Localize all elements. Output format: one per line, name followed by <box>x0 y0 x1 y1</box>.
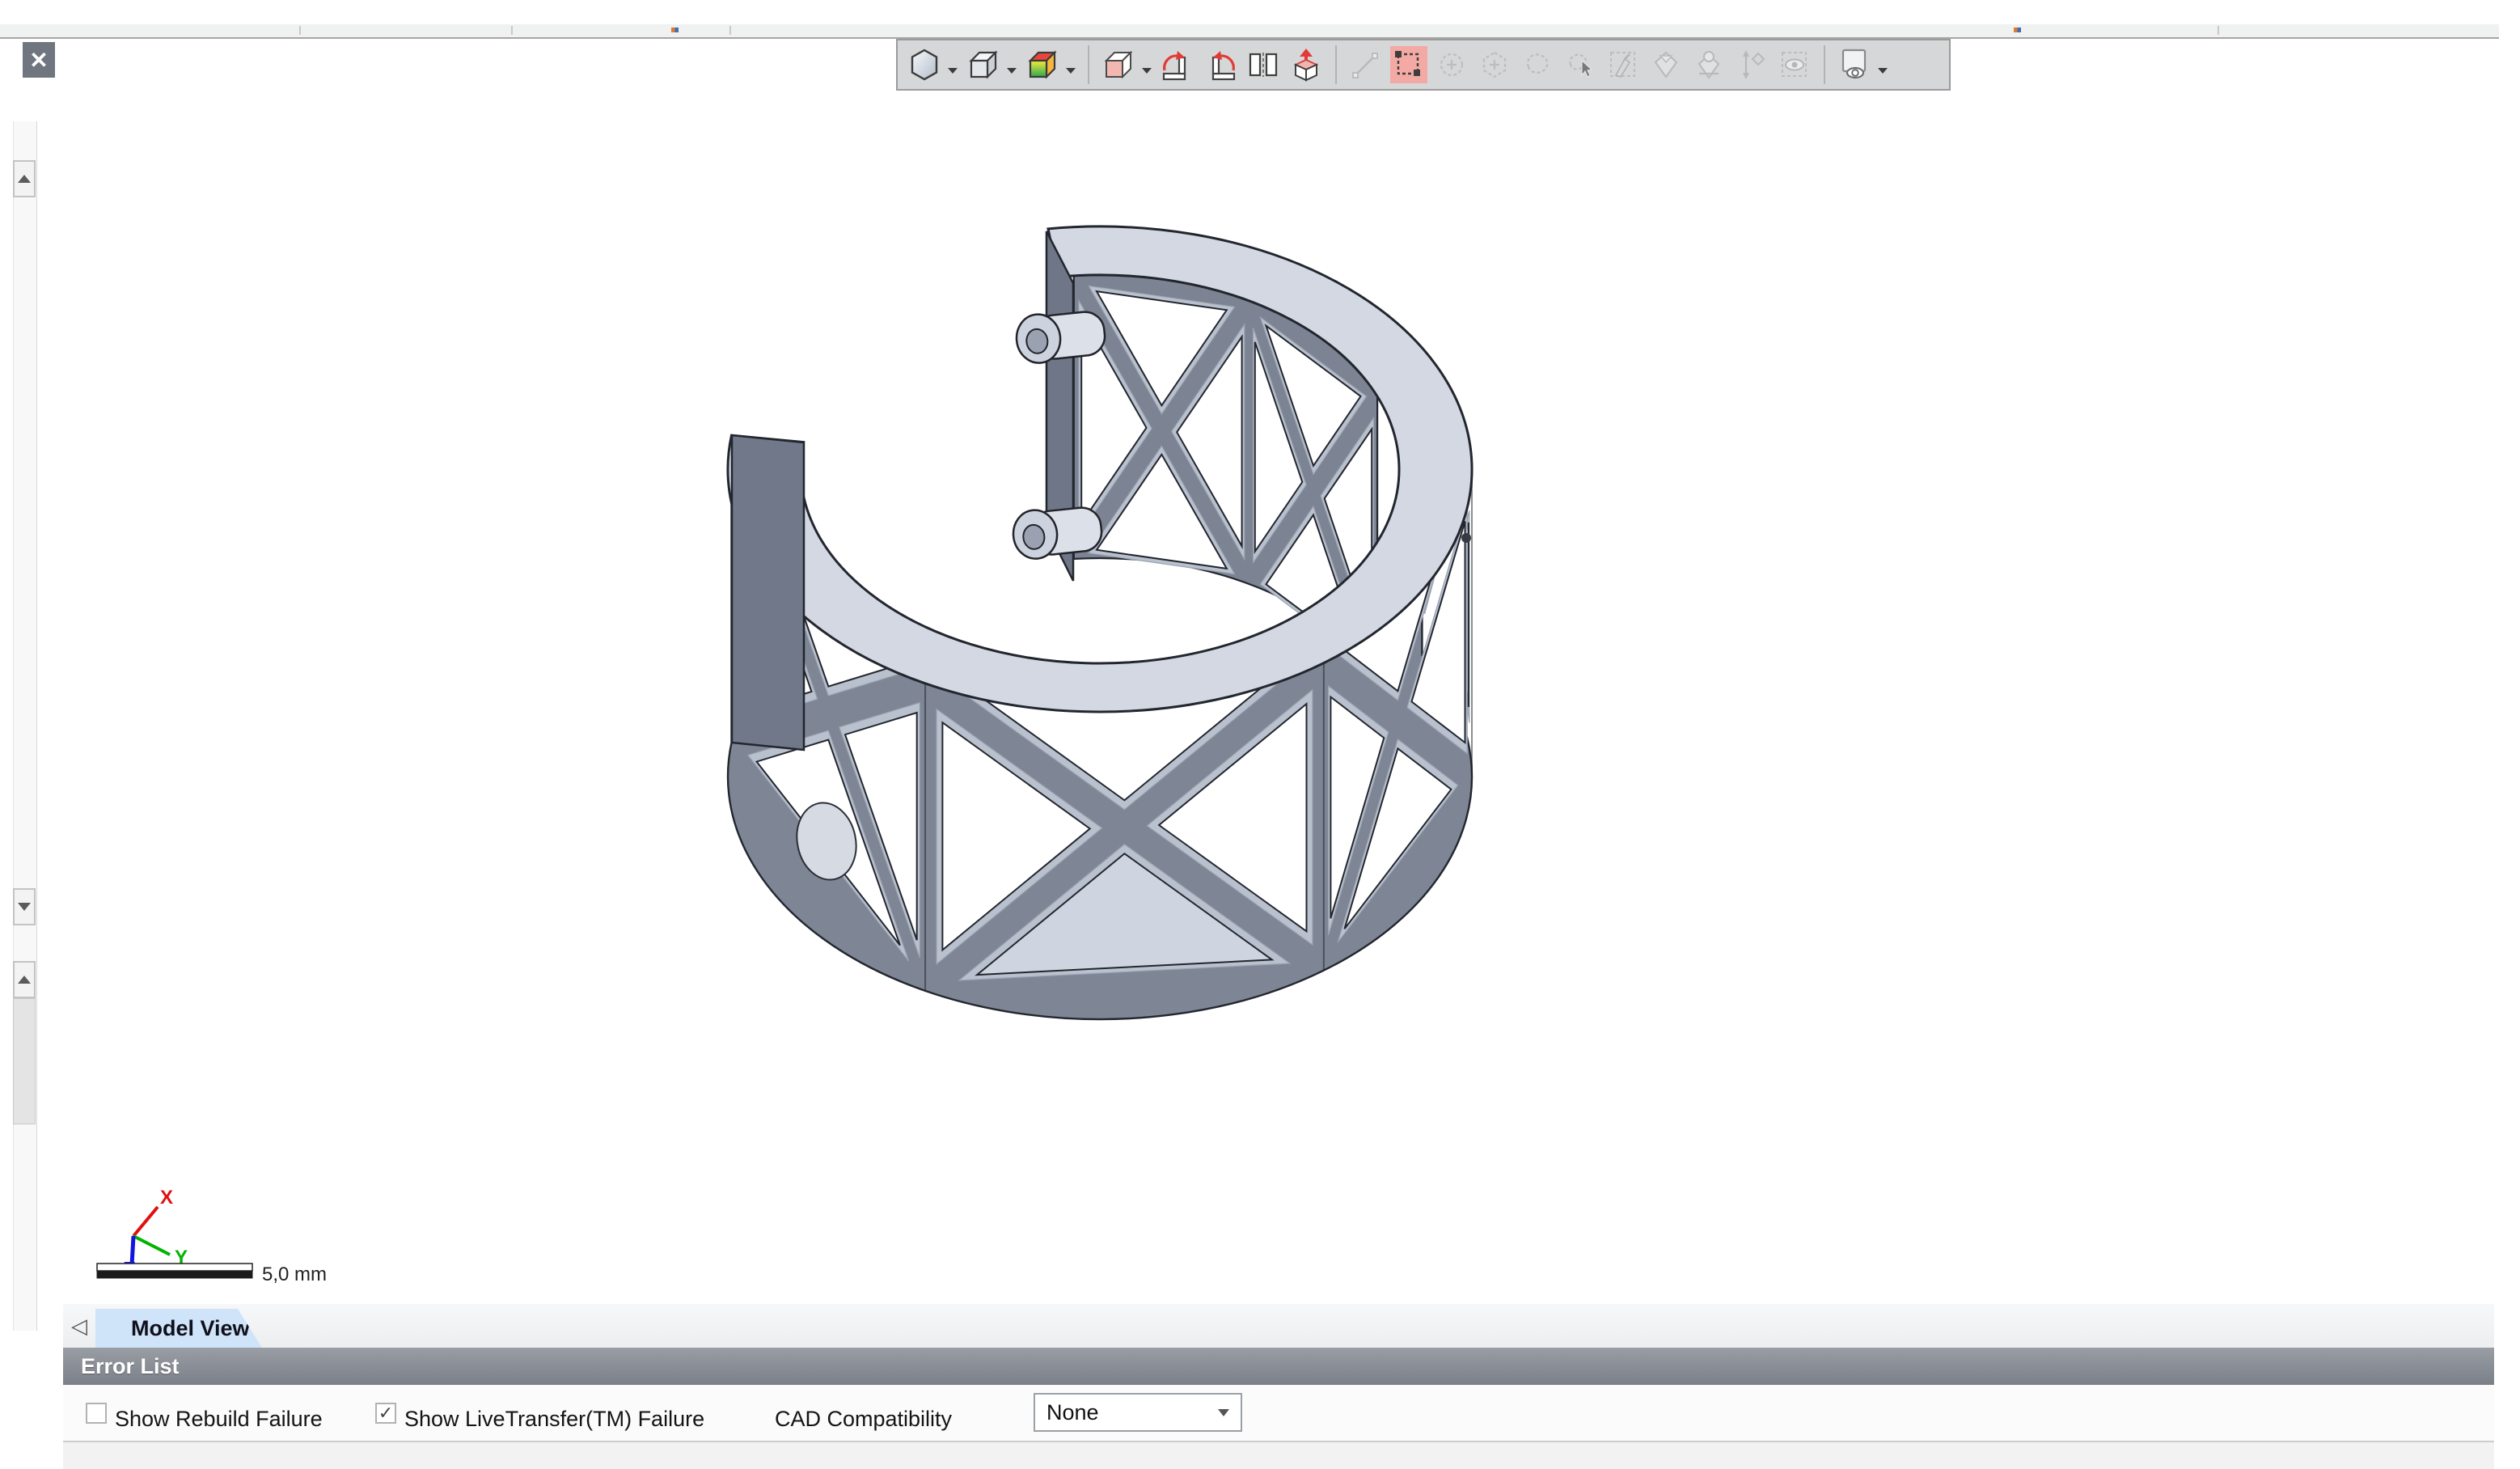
shaded-view-icon[interactable] <box>906 46 943 83</box>
scroll-up-button-2[interactable] <box>13 961 36 998</box>
chevron-down-icon[interactable] <box>1878 68 1888 74</box>
scale-label: 5,0 mm <box>262 1264 327 1285</box>
freeform-select-icon[interactable] <box>1519 46 1556 83</box>
cad-model-lattice-cuff <box>712 202 1545 1221</box>
chevron-down-icon[interactable] <box>948 68 958 74</box>
y-axis-line <box>133 1236 170 1255</box>
flip-normal-icon[interactable] <box>1647 46 1685 83</box>
ribbon-separator <box>511 26 513 35</box>
rotate-view-left-icon[interactable] <box>1159 46 1196 83</box>
view-selection-only-icon[interactable] <box>1776 46 1813 83</box>
section-view-icon[interactable] <box>1100 46 1137 83</box>
expand-selection-icon[interactable] <box>1733 46 1770 83</box>
ribbon-separator <box>299 26 301 35</box>
arrow-up-icon <box>18 175 31 183</box>
cad-compatibility-value: None <box>1046 1400 1218 1425</box>
x-axis-label: X <box>160 1187 173 1209</box>
move-body-up-icon[interactable] <box>1287 46 1325 83</box>
window-bottom-strip <box>63 1442 2494 1469</box>
cad-compatibility-dropdown[interactable]: None <box>1034 1393 1242 1432</box>
ribbon-icon-remnant <box>2014 28 2021 32</box>
rectangle-select-icon[interactable] <box>1390 46 1427 83</box>
show-hide-body-icon[interactable] <box>1836 46 1873 83</box>
chevron-down-icon[interactable] <box>1142 68 1152 74</box>
ribbon-separator <box>729 26 731 35</box>
arrow-up-icon <box>18 976 31 984</box>
ribbon-icon-remnant <box>671 28 679 32</box>
rotate-view-right-icon[interactable] <box>1202 46 1239 83</box>
view-toolbar <box>896 39 1951 91</box>
display-mode-cube-icon[interactable] <box>965 46 1002 83</box>
deviation-color-map-icon[interactable] <box>1024 46 1061 83</box>
x-axis-line <box>133 1207 158 1236</box>
arrow-down-icon <box>18 903 31 911</box>
scroll-up-button[interactable] <box>13 160 36 197</box>
scrollbar-thumb[interactable] <box>13 998 36 1124</box>
application-window: ✕ <box>0 0 2520 1469</box>
show-livetransfer-failure-label: Show LiveTransfer(TM) Failure <box>404 1407 704 1432</box>
scale-bar-top <box>97 1264 252 1271</box>
show-livetransfer-failure-checkbox[interactable] <box>375 1403 396 1424</box>
show-rebuild-failure-label: Show Rebuild Failure <box>115 1407 323 1432</box>
ribbon-separator <box>2218 26 2219 35</box>
model-viewport[interactable] <box>712 202 1545 1221</box>
coordinate-triad: X Y Z 5,0 mm <box>57 1183 380 1304</box>
scroll-down-button[interactable] <box>13 888 36 925</box>
circle-select-icon[interactable] <box>1433 46 1470 83</box>
error-list-filter-row: Show Rebuild Failure Show LiveTransfer(T… <box>63 1385 2494 1442</box>
close-panel-button[interactable]: ✕ <box>23 42 55 78</box>
error-list-title: Error List <box>81 1354 180 1379</box>
show-rebuild-failure-checkbox[interactable] <box>86 1403 107 1424</box>
chevron-down-icon <box>1218 1409 1229 1416</box>
polygon-select-icon[interactable] <box>1476 46 1513 83</box>
tab-model-view[interactable]: Model View <box>95 1309 262 1348</box>
line-select-icon[interactable] <box>1347 46 1385 83</box>
ribbon-bottom-strip <box>0 24 2499 39</box>
chevron-down-icon[interactable] <box>1007 68 1017 74</box>
error-list-header[interactable]: Error List <box>63 1348 2494 1385</box>
chevron-down-icon[interactable] <box>1066 68 1076 74</box>
cad-compatibility-label: CAD Compatibility <box>775 1407 952 1432</box>
collapse-tabs-button[interactable]: ◁ <box>71 1315 87 1336</box>
bottom-tab-bar: ◁ Model View <box>63 1304 2494 1348</box>
scale-bar-bottom <box>97 1271 252 1278</box>
toolbar-separator <box>1335 45 1337 84</box>
toolbar-separator <box>1088 45 1089 84</box>
toolbar-separator <box>1824 45 1825 84</box>
split-view-icon[interactable] <box>1245 46 1282 83</box>
lasso-select-icon[interactable] <box>1562 46 1599 83</box>
paint-select-icon[interactable] <box>1605 46 1642 83</box>
flip-region-icon[interactable] <box>1690 46 1727 83</box>
left-scrollbar-track[interactable] <box>13 121 37 1331</box>
